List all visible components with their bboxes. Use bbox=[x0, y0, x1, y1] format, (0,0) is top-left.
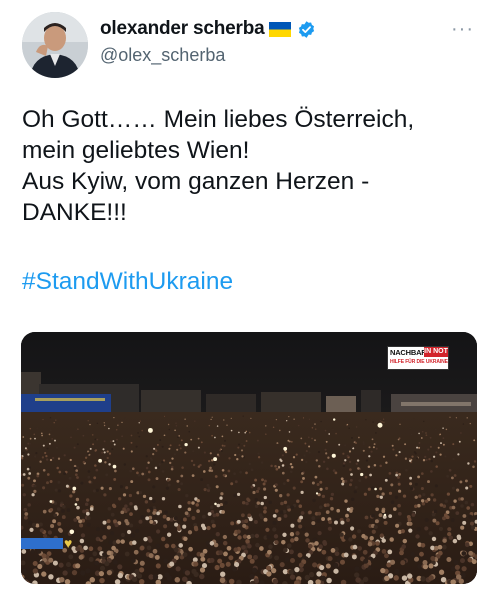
more-options-icon[interactable]: ··· bbox=[451, 18, 474, 41]
heart-icon: ♥ bbox=[64, 535, 73, 551]
tweet-media-image[interactable]: NACHBAR IN NOT HILFE FÜR DIE UKRAINE ♥ bbox=[21, 332, 477, 584]
verified-badge-icon bbox=[298, 20, 314, 38]
author-handle[interactable]: @olex_scherba bbox=[100, 45, 225, 66]
broadcast-watermark: NACHBAR IN NOT HILFE FÜR DIE UKRAINE bbox=[387, 346, 449, 370]
watermark-red-text: IN NOT bbox=[424, 347, 448, 357]
avatar-image bbox=[22, 12, 88, 78]
author-avatar[interactable] bbox=[22, 12, 88, 78]
watermark-main-text: NACHBAR bbox=[390, 348, 427, 357]
broadcast-corner-bar bbox=[21, 538, 63, 549]
author-name-row[interactable]: olexander scherba bbox=[100, 18, 316, 40]
ukraine-flag-icon bbox=[268, 21, 291, 37]
author-name[interactable]: olexander scherba bbox=[100, 18, 265, 40]
hashtag-link[interactable]: #StandWithUkraine bbox=[22, 268, 233, 296]
tweet-text: Oh Gott…… Mein liebes Österreich, mein g… bbox=[22, 106, 415, 226]
watermark-sub-text: HILFE FÜR DIE UKRAINE bbox=[390, 359, 448, 365]
